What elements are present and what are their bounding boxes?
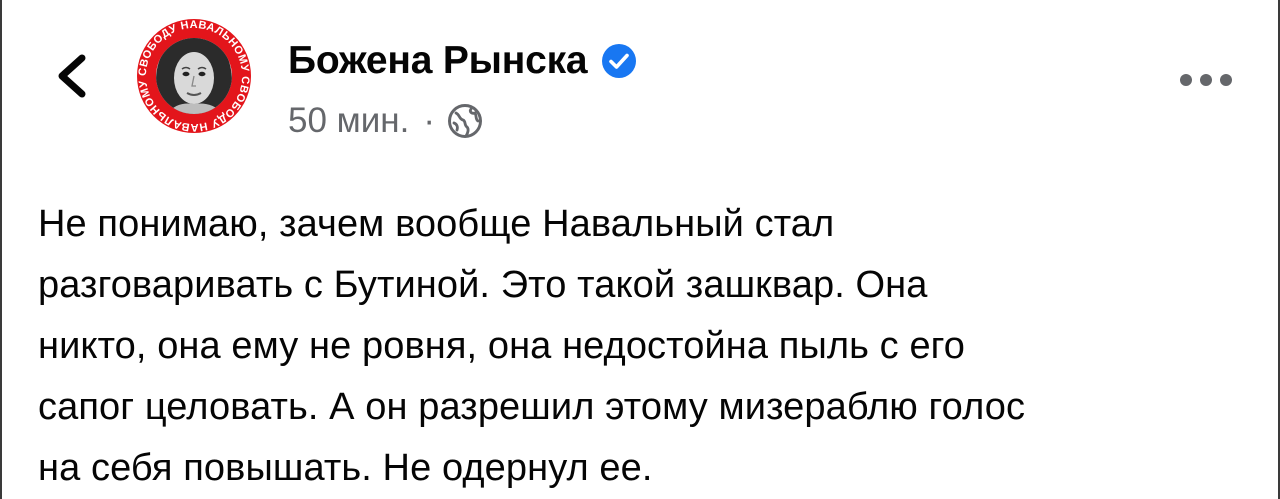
chevron-left-icon — [58, 54, 86, 98]
post-line: Не понимаю, зачем вообще Навальный стал — [38, 203, 835, 245]
author-name[interactable]: Божена Рынска — [288, 39, 588, 83]
more-options-button[interactable] — [1176, 62, 1236, 98]
window-left-edge — [0, 0, 2, 499]
meta-separator: · — [423, 101, 435, 140]
post-line: сапог целовать. А он разрешил этому мизе… — [38, 386, 1026, 428]
post-meta-row: 50 мин. · — [288, 98, 483, 144]
more-horizontal-icon — [1180, 74, 1232, 86]
author-avatar[interactable]: СВОБОДУ НАВАЛЬНОМУ СВОБОДУ НАВАЛЬНОМУ — [136, 18, 252, 134]
post-line: разговаривать с Бутиной. Это такой зашкв… — [38, 264, 928, 306]
back-button[interactable] — [44, 48, 100, 104]
post-body: Не понимаю, зачем вообще Навальный стал … — [38, 194, 1258, 499]
post-line: никто, она ему не ровня, она недостойна … — [38, 325, 966, 367]
verified-badge-icon — [601, 43, 637, 79]
globe-icon[interactable] — [447, 103, 483, 139]
post-line: на себя повышать. Не одернул ее. — [38, 447, 653, 489]
author-name-row: Божена Рынска — [288, 36, 637, 86]
post-timestamp[interactable]: 50 мин. — [288, 101, 409, 141]
